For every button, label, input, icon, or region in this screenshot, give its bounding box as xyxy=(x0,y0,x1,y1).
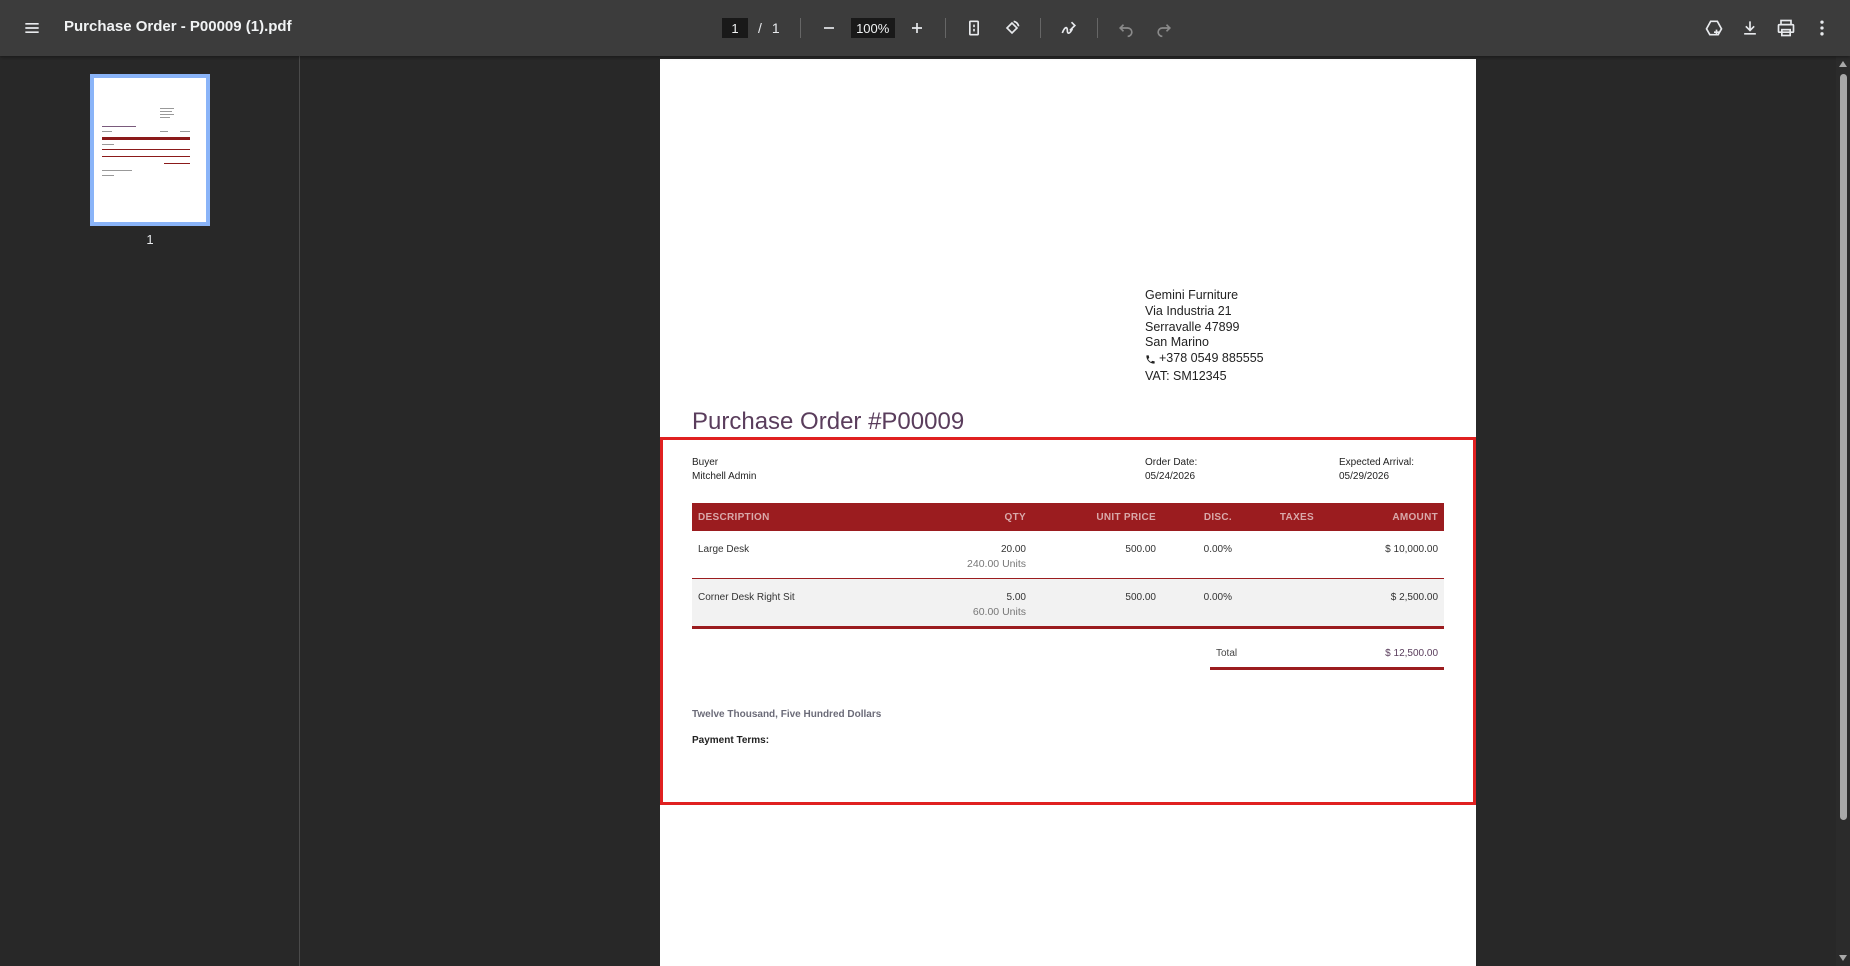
row-description: Corner Desk Right Sit xyxy=(692,578,922,629)
pdf-page: Gemini Furniture Via Industria 21 Serrav… xyxy=(660,59,1476,966)
toolbar-divider xyxy=(1039,18,1041,38)
buyer-value: Mitchell Admin xyxy=(692,471,757,482)
company-country: San Marino xyxy=(1145,335,1209,350)
more-vert-icon xyxy=(1820,20,1824,36)
col-unit-price: UNIT PRICE xyxy=(1032,503,1162,531)
row-units: 240.00 Units xyxy=(967,558,1026,570)
pdf-toolbar: Purchase Order - P00009 (1).pdf / 1 xyxy=(0,0,1850,56)
zoom-input[interactable] xyxy=(850,18,895,38)
thumbnail-sidebar: 1 xyxy=(0,56,300,966)
table-header-row: DESCRIPTION QTY UNIT PRICE DISC. TAXES A… xyxy=(692,503,1444,531)
col-description: DESCRIPTION xyxy=(692,503,922,531)
draw-icon xyxy=(1061,21,1076,34)
thumbnail-preview xyxy=(100,84,200,216)
table-row: Corner Desk Right Sit 5.00 60.00 Units 5… xyxy=(692,578,1444,629)
phone-icon xyxy=(1146,354,1155,364)
download-icon xyxy=(1744,21,1756,35)
page-number-input[interactable] xyxy=(722,18,748,38)
rotate-button[interactable] xyxy=(996,12,1028,44)
order-lines-table: DESCRIPTION QTY UNIT PRICE DISC. TAXES A… xyxy=(692,503,1444,629)
toolbar-divider xyxy=(944,18,946,38)
row-description: Large Desk xyxy=(692,531,922,579)
total-pages: 1 xyxy=(771,20,780,36)
company-phone-line: +378 0549 885555 xyxy=(1145,351,1264,367)
scroll-up-arrow-icon[interactable] xyxy=(1839,61,1847,67)
total-value: $ 12,500.00 xyxy=(1385,648,1438,659)
vertical-scrollbar[interactable] xyxy=(1836,56,1850,966)
more-options-button[interactable] xyxy=(1806,12,1838,44)
row-unit-price: 500.00 xyxy=(1032,578,1162,629)
row-qty: 5.00 60.00 Units xyxy=(922,578,1032,629)
right-toolbar-controls xyxy=(1698,12,1838,44)
expected-arrival-info: Expected Arrival: 05/29/2026 xyxy=(1339,456,1414,484)
table-row: Large Desk 20.00 240.00 Units 500.00 0.0… xyxy=(692,531,1444,579)
buyer-info: Buyer Mitchell Admin xyxy=(692,456,756,484)
company-street: Via Industria 21 xyxy=(1145,303,1232,318)
expected-arrival-value: 05/29/2026 xyxy=(1339,471,1390,482)
row-qty-value: 20.00 xyxy=(1000,544,1026,555)
redo-icon xyxy=(1157,24,1171,38)
toolbar-divider xyxy=(1096,18,1098,38)
order-date-value: 05/24/2026 xyxy=(1145,471,1196,482)
buyer-label: Buyer xyxy=(692,457,719,468)
draw-button[interactable] xyxy=(1053,12,1085,44)
drive-icon xyxy=(1705,20,1723,36)
company-phone: +378 0549 885555 xyxy=(1159,351,1264,366)
fit-page-button[interactable] xyxy=(958,12,990,44)
row-disc: 0.00% xyxy=(1162,531,1238,579)
amount-in-words: Twelve Thousand, Five Hundred Dollars xyxy=(692,709,882,720)
row-unit-price: 500.00 xyxy=(1032,531,1162,579)
total-row: Total $ 12,500.00 xyxy=(1210,648,1444,670)
minus-icon xyxy=(823,27,834,29)
undo-icon xyxy=(1118,24,1133,38)
undo-button[interactable] xyxy=(1110,12,1142,44)
row-amount: $ 2,500.00 xyxy=(1320,578,1444,629)
row-disc: 0.00% xyxy=(1162,578,1238,629)
row-amount: $ 10,000.00 xyxy=(1320,531,1444,579)
row-qty: 20.00 240.00 Units xyxy=(922,531,1032,579)
payment-terms-label: Payment Terms: xyxy=(692,735,770,746)
expected-arrival-label: Expected Arrival: xyxy=(1339,457,1415,468)
print-icon xyxy=(1777,19,1795,37)
plus-icon xyxy=(911,23,922,33)
company-name: Gemini Furniture xyxy=(1145,288,1239,302)
zoom-out-button[interactable] xyxy=(813,12,845,44)
order-date-label: Order Date: xyxy=(1145,457,1198,468)
row-taxes xyxy=(1238,578,1320,629)
company-address: Gemini Furniture Via Industria 21 Serrav… xyxy=(1145,288,1264,385)
col-disc: DISC. xyxy=(1162,503,1238,531)
purchase-order-title: Purchase Order #P00009 xyxy=(692,408,965,435)
total-label: Total xyxy=(1216,648,1238,659)
company-vat: VAT: SM12345 xyxy=(1145,368,1227,383)
save-to-drive-button[interactable] xyxy=(1698,12,1730,44)
page-zoom-controls: / 1 xyxy=(722,12,1180,44)
scroll-thumb[interactable] xyxy=(1840,74,1847,820)
print-button[interactable] xyxy=(1770,12,1802,44)
col-amount: AMOUNT xyxy=(1320,503,1444,531)
redo-button[interactable] xyxy=(1148,12,1180,44)
row-qty-value: 5.00 xyxy=(1006,592,1026,603)
scroll-down-arrow-icon[interactable] xyxy=(1839,955,1847,961)
row-taxes xyxy=(1238,531,1320,579)
document-title: Purchase Order - P00009 (1).pdf xyxy=(64,18,292,35)
download-button[interactable] xyxy=(1734,12,1766,44)
page-thumbnail[interactable] xyxy=(90,74,210,226)
col-qty: QTY xyxy=(922,503,1032,531)
menu-icon[interactable] xyxy=(16,12,48,44)
zoom-in-button[interactable] xyxy=(901,12,933,44)
thumbnail-page-number: 1 xyxy=(146,232,154,247)
fit-page-icon xyxy=(968,20,979,36)
rotate-icon xyxy=(1005,20,1020,35)
page-separator: / xyxy=(758,20,762,36)
col-taxes: TAXES xyxy=(1238,503,1320,531)
toolbar-divider xyxy=(799,18,801,38)
row-units: 60.00 Units xyxy=(972,606,1026,618)
order-date-info: Order Date: 05/24/2026 xyxy=(1145,456,1197,484)
company-city: Serravalle 47899 xyxy=(1145,319,1240,334)
